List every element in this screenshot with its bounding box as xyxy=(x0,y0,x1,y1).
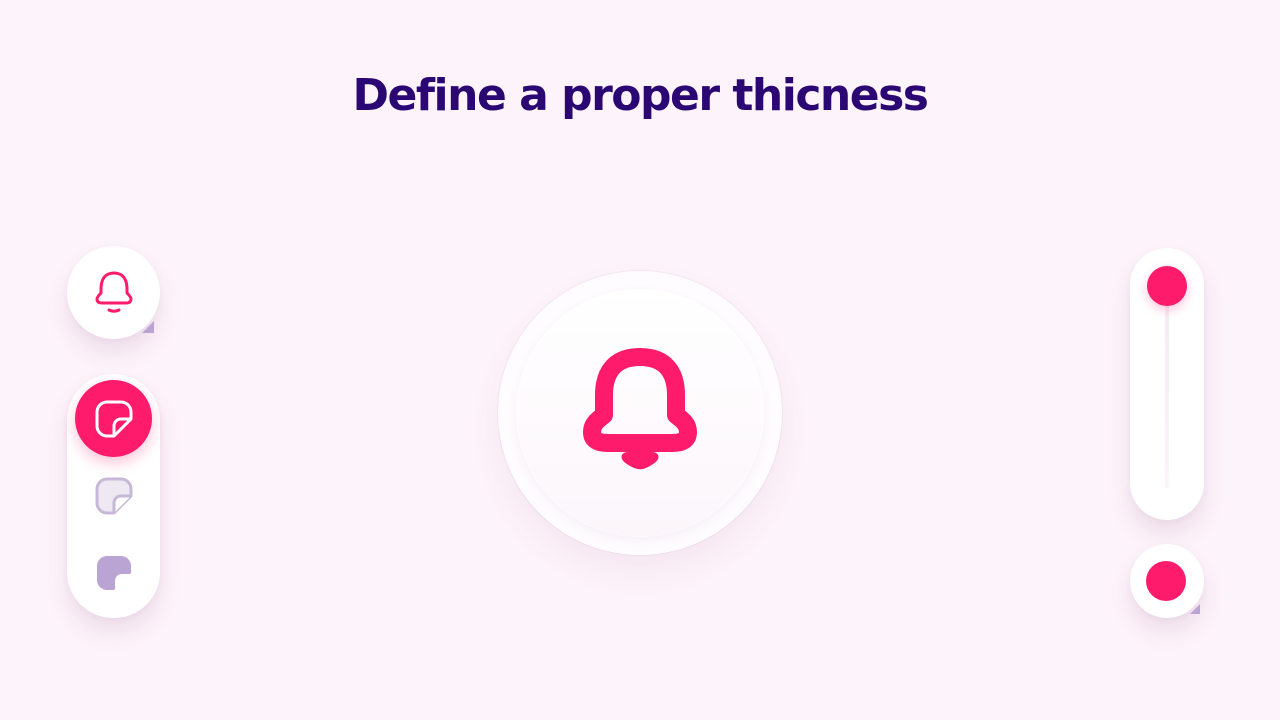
sticker-solid-icon xyxy=(96,555,131,590)
color-swatch-card[interactable] xyxy=(1130,544,1204,618)
style-option-solid-button[interactable] xyxy=(75,534,152,611)
resize-corner-icon[interactable] xyxy=(142,321,154,333)
color-swatch-dot[interactable] xyxy=(1146,561,1186,601)
bell-preview-card[interactable] xyxy=(67,246,160,339)
slider-track[interactable] xyxy=(1165,288,1169,488)
sticker-outline-icon xyxy=(95,400,132,437)
bell-icon xyxy=(583,348,697,470)
style-option-light-button[interactable] xyxy=(75,457,152,534)
bell-icon xyxy=(95,271,133,313)
icon-preview-inner xyxy=(516,289,764,537)
slider-handle[interactable] xyxy=(1147,266,1187,306)
icon-style-panel xyxy=(67,374,160,618)
resize-corner-icon[interactable] xyxy=(1190,604,1200,614)
page-title: Define a proper thicness xyxy=(352,70,929,121)
style-option-outline-button[interactable] xyxy=(75,380,152,457)
thickness-slider[interactable] xyxy=(1130,248,1204,520)
icon-preview-circle xyxy=(498,271,782,555)
sticker-light-icon xyxy=(95,477,132,514)
